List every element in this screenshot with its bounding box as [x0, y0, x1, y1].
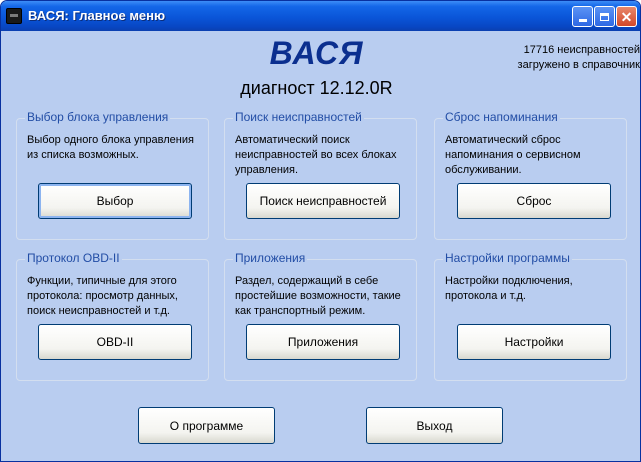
brand-title: ВАСЯ [269, 35, 364, 71]
group-description: Настройки подключения, протокола и т.д. [445, 275, 573, 302]
group-title: Приложения [233, 251, 308, 265]
group-title: Выбор блока управления [25, 110, 171, 124]
exit-button[interactable]: Выход [366, 407, 503, 444]
title-bar[interactable]: ВАСЯ: Главное меню ✕ [1, 1, 640, 31]
group-title: Поиск неисправностей [233, 110, 364, 124]
client-area: ВАСЯ диагност 12.12.0R 17716 неисправнос… [4, 31, 640, 459]
group-title: Протокол OBD-II [25, 251, 122, 265]
group-description: Выбор одного блока управления из списка … [27, 134, 194, 161]
obd2-button[interactable]: OBD-II [38, 324, 192, 360]
database-info: 17716 неисправностей загружено в справоч… [470, 43, 640, 73]
group-obd2: Протокол OBD-II Функции, типичные для эт… [16, 251, 209, 381]
group-applications: Приложения Раздел, содержащий в себе про… [224, 251, 417, 381]
group-reset-reminder: Сброс напоминания Автоматический сброс н… [434, 110, 627, 240]
window-title: ВАСЯ: Главное меню [28, 8, 166, 23]
group-fault-search: Поиск неисправностей Автоматический поис… [224, 110, 417, 240]
maximize-button[interactable] [594, 6, 615, 27]
fault-search-button[interactable]: Поиск неисправностей [246, 183, 400, 219]
select-button[interactable]: Выбор [38, 183, 192, 219]
app-icon[interactable] [6, 8, 22, 24]
group-description: Раздел, содержащий в себе простейшие воз… [235, 275, 401, 317]
maximize-icon [600, 12, 609, 21]
group-description: Функции, типичные для этого протокола: п… [27, 275, 178, 317]
main-window: ВАСЯ: Главное меню ✕ ВАСЯ диагност 12.12… [0, 0, 641, 462]
group-title: Сброс напоминания [443, 110, 560, 124]
reset-button[interactable]: Сброс [457, 183, 611, 219]
fault-db-text: загружено в справочник [517, 59, 640, 71]
settings-button[interactable]: Настройки [457, 324, 611, 360]
group-select-unit: Выбор блока управления Выбор одного блок… [16, 110, 209, 240]
about-button[interactable]: О программе [138, 407, 275, 444]
fault-count-text: 17716 неисправностей [523, 44, 640, 56]
close-button[interactable]: ✕ [616, 6, 637, 27]
close-icon: ✕ [620, 8, 633, 25]
group-settings: Настройки программы Настройки подключени… [434, 251, 627, 381]
group-title: Настройки программы [443, 251, 572, 265]
minimize-icon [578, 19, 587, 22]
version-label: диагност 12.12.0R [240, 78, 393, 98]
applications-button[interactable]: Приложения [246, 324, 400, 360]
minimize-button[interactable] [572, 6, 593, 27]
group-description: Автоматический сброс напоминания о серви… [445, 134, 581, 176]
group-description: Автоматический поиск неисправностей во в… [235, 134, 397, 176]
